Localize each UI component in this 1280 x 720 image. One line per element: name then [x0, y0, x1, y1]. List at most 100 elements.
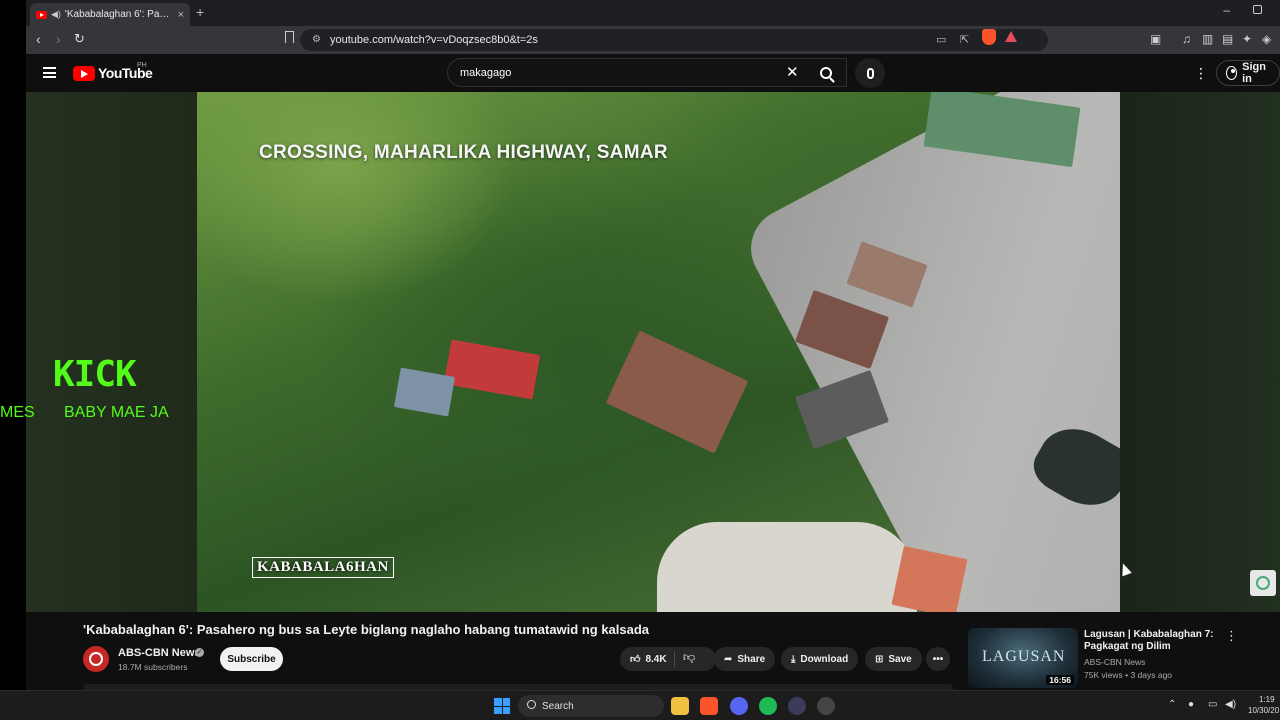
save-label: Save [888, 653, 912, 665]
video-roadside [657, 522, 917, 612]
share-page-icon[interactable]: ⇱ [960, 33, 969, 46]
speaker-icon[interactable]: ◀) [51, 9, 61, 20]
tab-close-icon[interactable]: × [178, 9, 184, 21]
overlay-streamer-name: BABY MAE JA [64, 404, 169, 421]
voice-search-button[interactable] [855, 58, 885, 88]
screenshot-icon[interactable]: ▣ [1150, 32, 1161, 46]
network-icon[interactable]: ▭ [1208, 699, 1217, 710]
wallet-icon[interactable]: ▤ [1222, 32, 1233, 46]
new-tab-button[interactable]: + [196, 4, 204, 20]
volume-icon[interactable]: ◀) [1225, 699, 1236, 710]
brave-browser-icon[interactable] [700, 697, 718, 715]
youtube-favicon-icon [36, 10, 47, 19]
file-explorer-icon[interactable] [671, 697, 689, 715]
video-caption: CROSSING, MAHARLIKA HIGHWAY, SAMAR [259, 142, 668, 163]
leo-ai-icon[interactable]: ✦ [1242, 32, 1252, 46]
channel-watermark-badge[interactable] [1250, 570, 1276, 596]
abs-cbn-icon [1256, 576, 1270, 590]
search-icon [820, 66, 832, 79]
save-icon: ⊞ [875, 653, 884, 665]
url-text: youtube.com/watch?v=vDoqzsec8b0&t=2s [330, 34, 538, 46]
like-button[interactable]: 👍︎ 8.4K [620, 647, 716, 671]
browser-tab-bar: ◀) 'Kababalaghan 6': Pasahero ng × + – [26, 0, 1280, 26]
share-label: Share [737, 653, 766, 665]
like-divider [674, 651, 675, 667]
browser-toolbar: ‹ › ↻ ⚙ youtube.com/watch?v=vDoqzsec8b0&… [26, 26, 1280, 54]
video-player-area[interactable]: KICK MES BABY MAE JA CROSSING, MAHARLIKA… [0, 92, 1280, 612]
overlay-text-left: MES [0, 404, 35, 421]
sign-in-label: Sign in [1242, 61, 1266, 85]
bookmark-icon[interactable] [285, 31, 294, 43]
sidebar-icon[interactable]: ▥ [1202, 32, 1213, 46]
video-house [605, 330, 749, 454]
cast-icon[interactable]: ▭ [936, 33, 946, 46]
thumbs-up-icon: 👍︎ [630, 654, 641, 665]
verified-icon: ✓ [195, 648, 204, 657]
abs-cbn-logo-icon [89, 652, 103, 666]
microphone-tray-icon[interactable]: ● [1188, 699, 1194, 710]
hamburger-menu-icon[interactable] [43, 67, 56, 78]
youtube-masthead: YouTube PH makagago ✕ ⋮ Sign in [26, 54, 1280, 92]
download-button[interactable]: ⤓ Download [781, 647, 859, 671]
app-icon[interactable] [788, 697, 806, 715]
subscribe-button[interactable]: Subscribe [220, 647, 283, 671]
tray-expand-icon[interactable]: ⌃ [1168, 699, 1176, 710]
save-button[interactable]: ⊞ Save [865, 647, 922, 671]
settings-more-icon[interactable]: ⋮ [1194, 65, 1208, 82]
sign-in-button[interactable]: Sign in [1216, 60, 1280, 86]
site-info-icon[interactable]: ⚙ [312, 34, 321, 45]
recommendation-title[interactable]: Lagusan | Kababalaghan 7: Pagkagat ng Di… [1084, 629, 1224, 653]
video-frame[interactable]: CROSSING, MAHARLIKA HIGHWAY, SAMAR KABAB… [197, 92, 1120, 612]
windows-taskbar: Search ⌃ ● ▭ ◀) 1:19 10/30/20 [0, 690, 1280, 720]
search-input-value: makagago [460, 66, 512, 79]
subscriber-count: 18.7M subscribers [118, 662, 188, 672]
discord-icon[interactable] [730, 697, 748, 715]
share-button[interactable]: ➦ Share [714, 647, 776, 671]
more-actions-button[interactable]: ••• [926, 647, 950, 671]
tab-title: 'Kababalaghan 6': Pasahero ng [64, 9, 174, 20]
brave-rewards-icon[interactable] [1005, 31, 1017, 42]
desktop-edge [0, 0, 26, 720]
media-icon[interactable]: ♫ [1182, 32, 1191, 46]
recommendation-menu-icon[interactable]: ⋮ [1225, 628, 1238, 644]
clock-date[interactable]: 10/30/20 [1248, 706, 1279, 715]
account-icon [1226, 66, 1238, 80]
share-icon: ➦ [724, 653, 733, 665]
windows-start-icon[interactable] [494, 698, 510, 714]
video-title: 'Kababalaghan 6': Pasahero ng bus sa Ley… [83, 622, 650, 637]
channel-name[interactable]: ABS-CBN News [118, 647, 201, 659]
kick-overlay-logo: KICK [53, 354, 137, 395]
youtube-logo-icon [73, 65, 95, 81]
microphone-icon [866, 67, 874, 79]
clear-search-icon[interactable]: ✕ [786, 63, 799, 81]
window-maximize-button[interactable] [1253, 5, 1262, 14]
address-bar[interactable]: ⚙ youtube.com/watch?v=vDoqzsec8b0&t=2s ▭… [300, 29, 1048, 51]
download-label: Download [800, 653, 849, 665]
window-minimize-button[interactable]: – [1223, 3, 1230, 17]
reload-icon[interactable]: ↻ [74, 31, 85, 47]
taskbar-search[interactable]: Search [518, 695, 664, 717]
thumbnail-text: LAGUSAN [982, 648, 1066, 665]
channel-avatar[interactable] [83, 646, 109, 672]
forward-icon[interactable]: › [56, 31, 61, 47]
back-icon[interactable]: ‹ [36, 31, 41, 47]
brave-shields-icon[interactable] [982, 29, 996, 45]
spotify-icon[interactable] [759, 697, 777, 715]
search-button[interactable] [808, 58, 844, 87]
vpn-icon[interactable]: ◈ [1262, 32, 1271, 46]
recommendation-channel[interactable]: ABS-CBN News [1084, 657, 1145, 667]
like-count: 8.4K [645, 653, 667, 665]
recommendation-meta: 75K views • 3 days ago [1084, 670, 1173, 680]
video-house [393, 367, 456, 417]
video-duration: 16:56 [1046, 675, 1074, 685]
video-details: 'Kababalaghan 6': Pasahero ng bus sa Ley… [26, 612, 1280, 692]
video-watermark: KABABALA6HAN [252, 557, 394, 578]
clock-time[interactable]: 1:19 [1259, 695, 1275, 704]
dislike-button[interactable]: 👎︎ [683, 650, 695, 665]
recommendation-thumbnail[interactable]: LAGUSAN 16:56 [968, 628, 1078, 688]
download-icon: ⤓ [791, 653, 796, 665]
app-icon[interactable] [817, 697, 835, 715]
country-code: PH [137, 62, 147, 69]
browser-tab[interactable]: ◀) 'Kababalaghan 6': Pasahero ng × [30, 3, 190, 26]
video-house [443, 339, 541, 400]
